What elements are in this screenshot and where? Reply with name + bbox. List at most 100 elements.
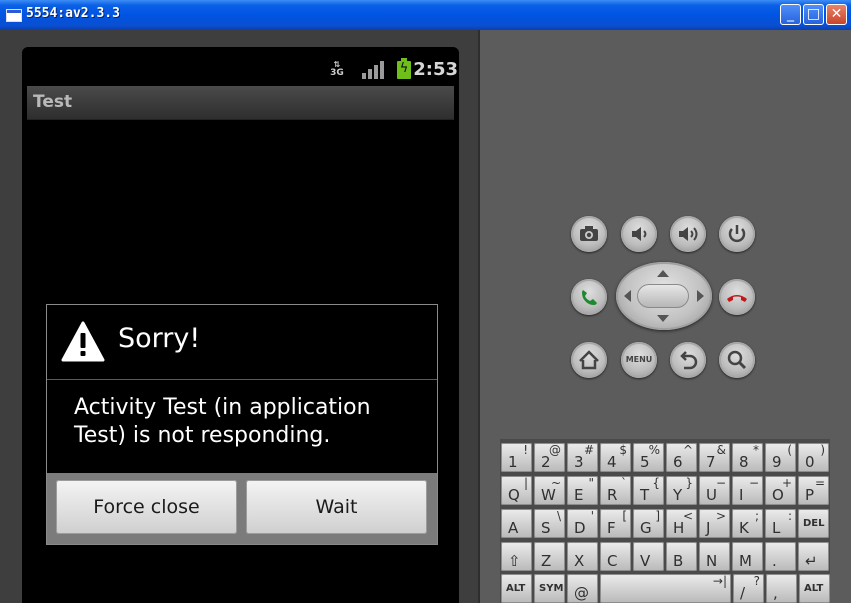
key-y-1-5[interactable]: Y} bbox=[666, 476, 697, 505]
menu-button[interactable]: MENU bbox=[621, 342, 657, 378]
key-main-label: ⇧ bbox=[508, 552, 521, 570]
key--4-4[interactable]: /? bbox=[733, 574, 764, 603]
key-shift-label: " bbox=[588, 476, 594, 490]
key-main-label: J bbox=[706, 519, 711, 537]
key-m-3-7[interactable]: M bbox=[732, 542, 763, 571]
key--4-2[interactable]: @ bbox=[567, 574, 598, 603]
key-shift-label: + bbox=[781, 476, 792, 490]
key-d-2-2[interactable]: D ' bbox=[567, 509, 598, 538]
key-shift-label: $ bbox=[619, 443, 627, 457]
key-w-1-1[interactable]: W ~ bbox=[534, 476, 565, 505]
key-shift-label: & bbox=[716, 443, 726, 457]
search-button[interactable] bbox=[719, 342, 755, 378]
key-s-2-1[interactable]: S \ bbox=[534, 509, 565, 538]
key-h-2-5[interactable]: H < bbox=[666, 509, 697, 538]
key-6-0-5[interactable]: 6 ^ bbox=[666, 443, 697, 472]
key-4-0-3[interactable]: 4 $ bbox=[600, 443, 631, 472]
key-5-0-4[interactable]: 5% bbox=[633, 443, 664, 472]
key-n-3-6[interactable]: N bbox=[699, 542, 730, 571]
key-7-0-6[interactable]: 7 & bbox=[699, 443, 730, 472]
force-close-button[interactable]: Force close bbox=[56, 480, 237, 534]
call-button[interactable] bbox=[571, 279, 607, 315]
key-shift-label: ~ bbox=[550, 476, 561, 490]
key-j-2-6[interactable]: J > bbox=[699, 509, 730, 538]
key-shift-label: @ bbox=[549, 443, 561, 457]
key-sym-4-1[interactable]: SYM bbox=[534, 574, 565, 603]
key-c-3-3[interactable]: C bbox=[600, 542, 631, 571]
maximize-button[interactable]: □ bbox=[803, 4, 824, 25]
key-alt-4-6[interactable]: ALT bbox=[799, 574, 830, 603]
key-v-3-4[interactable]: V bbox=[633, 542, 664, 571]
key-shift-label: ) bbox=[820, 443, 825, 457]
key--3-8[interactable]: . bbox=[765, 542, 796, 571]
key-f-2-3[interactable]: F[ bbox=[600, 509, 631, 538]
key-main-label: 1 bbox=[508, 453, 518, 471]
key-main-label: E bbox=[574, 486, 584, 504]
minimize-button[interactable]: _ bbox=[780, 4, 801, 25]
status-bar: ⇅ 3G ϟ 2:53 bbox=[22, 52, 459, 84]
volume-up-button[interactable] bbox=[670, 216, 706, 252]
key-space-4-3[interactable]: →| bbox=[600, 574, 731, 603]
key-l-2-8[interactable]: L: bbox=[765, 509, 796, 538]
key-main-label: 4 bbox=[607, 453, 617, 471]
key-9-0-8[interactable]: 9( bbox=[765, 443, 796, 472]
key-main-label: SYM bbox=[539, 583, 564, 594]
key-p-1-9[interactable]: P = bbox=[798, 476, 829, 505]
key-x-3-2[interactable]: X bbox=[567, 542, 598, 571]
dpad-center-button[interactable] bbox=[637, 284, 689, 308]
dpad-down-arrow[interactable] bbox=[657, 315, 669, 322]
key-shift-label: ^ bbox=[682, 443, 693, 457]
dpad-left-arrow[interactable] bbox=[624, 290, 631, 302]
key-main-label: 6 bbox=[673, 453, 683, 471]
key--3-9[interactable]: ↵ bbox=[798, 542, 829, 571]
end-call-button[interactable] bbox=[719, 279, 755, 315]
key--4-5[interactable]: , bbox=[766, 574, 797, 603]
key-main-label: 3 bbox=[574, 453, 584, 471]
key-z-3-1[interactable]: Z bbox=[534, 542, 565, 571]
key-i-1-7[interactable]: I − bbox=[732, 476, 763, 505]
key-main-label: S bbox=[541, 519, 551, 537]
dpad-up-arrow[interactable] bbox=[657, 270, 669, 277]
camera-button[interactable] bbox=[571, 216, 607, 252]
key-main-label: Z bbox=[541, 552, 552, 570]
power-button[interactable] bbox=[719, 216, 755, 252]
search-icon bbox=[727, 350, 747, 370]
key--3-0[interactable]: ⇧ bbox=[501, 542, 532, 571]
key-main-label: 8 bbox=[739, 453, 749, 471]
key-1-0-0[interactable]: 1! bbox=[501, 443, 532, 472]
key-b-3-5[interactable]: B bbox=[666, 542, 697, 571]
key-shift-label: [ bbox=[622, 509, 627, 523]
key-t-1-4[interactable]: T{ bbox=[633, 476, 664, 505]
window-title: 5554:av2.3.3 bbox=[26, 6, 120, 21]
key-a-2-0[interactable]: A bbox=[501, 509, 532, 538]
menu-label: MENU bbox=[625, 355, 653, 364]
key-3-0-2[interactable]: 3 # bbox=[567, 443, 598, 472]
key-u-1-6[interactable]: U − bbox=[699, 476, 730, 505]
key-0-0-9[interactable]: 0) bbox=[798, 443, 829, 472]
key-shift-label: ( bbox=[787, 443, 792, 457]
key-main-label: . bbox=[772, 552, 777, 570]
key-main-label: 0 bbox=[805, 453, 815, 471]
key-o-1-8[interactable]: O + bbox=[765, 476, 796, 505]
key-e-1-2[interactable]: E " bbox=[567, 476, 598, 505]
wait-button[interactable]: Wait bbox=[246, 480, 427, 534]
key-g-2-4[interactable]: G] bbox=[633, 509, 664, 538]
key-k-2-7[interactable]: K; bbox=[732, 509, 763, 538]
key-8-0-7[interactable]: 8 * bbox=[732, 443, 763, 472]
key-del-2-9[interactable]: DEL bbox=[798, 509, 829, 538]
back-button[interactable] bbox=[670, 342, 706, 378]
key-r-1-3[interactable]: R ` bbox=[600, 476, 631, 505]
end-call-icon bbox=[727, 295, 747, 302]
key-2-0-1[interactable]: 2 @ bbox=[534, 443, 565, 472]
key-alt-4-0[interactable]: ALT bbox=[501, 574, 532, 603]
home-button[interactable] bbox=[571, 342, 607, 378]
key-shift-label: ] bbox=[655, 509, 660, 523]
dpad-right-arrow[interactable] bbox=[697, 290, 704, 302]
app-title-bar: Test bbox=[27, 86, 454, 120]
volume-down-button[interactable] bbox=[621, 216, 657, 252]
key-main-label: / bbox=[740, 584, 746, 602]
key-shift-label: − bbox=[748, 476, 759, 490]
close-button[interactable]: ✕ bbox=[826, 4, 847, 25]
key-q-1-0[interactable]: Q | bbox=[501, 476, 532, 505]
key-shift-label: { bbox=[652, 476, 660, 490]
